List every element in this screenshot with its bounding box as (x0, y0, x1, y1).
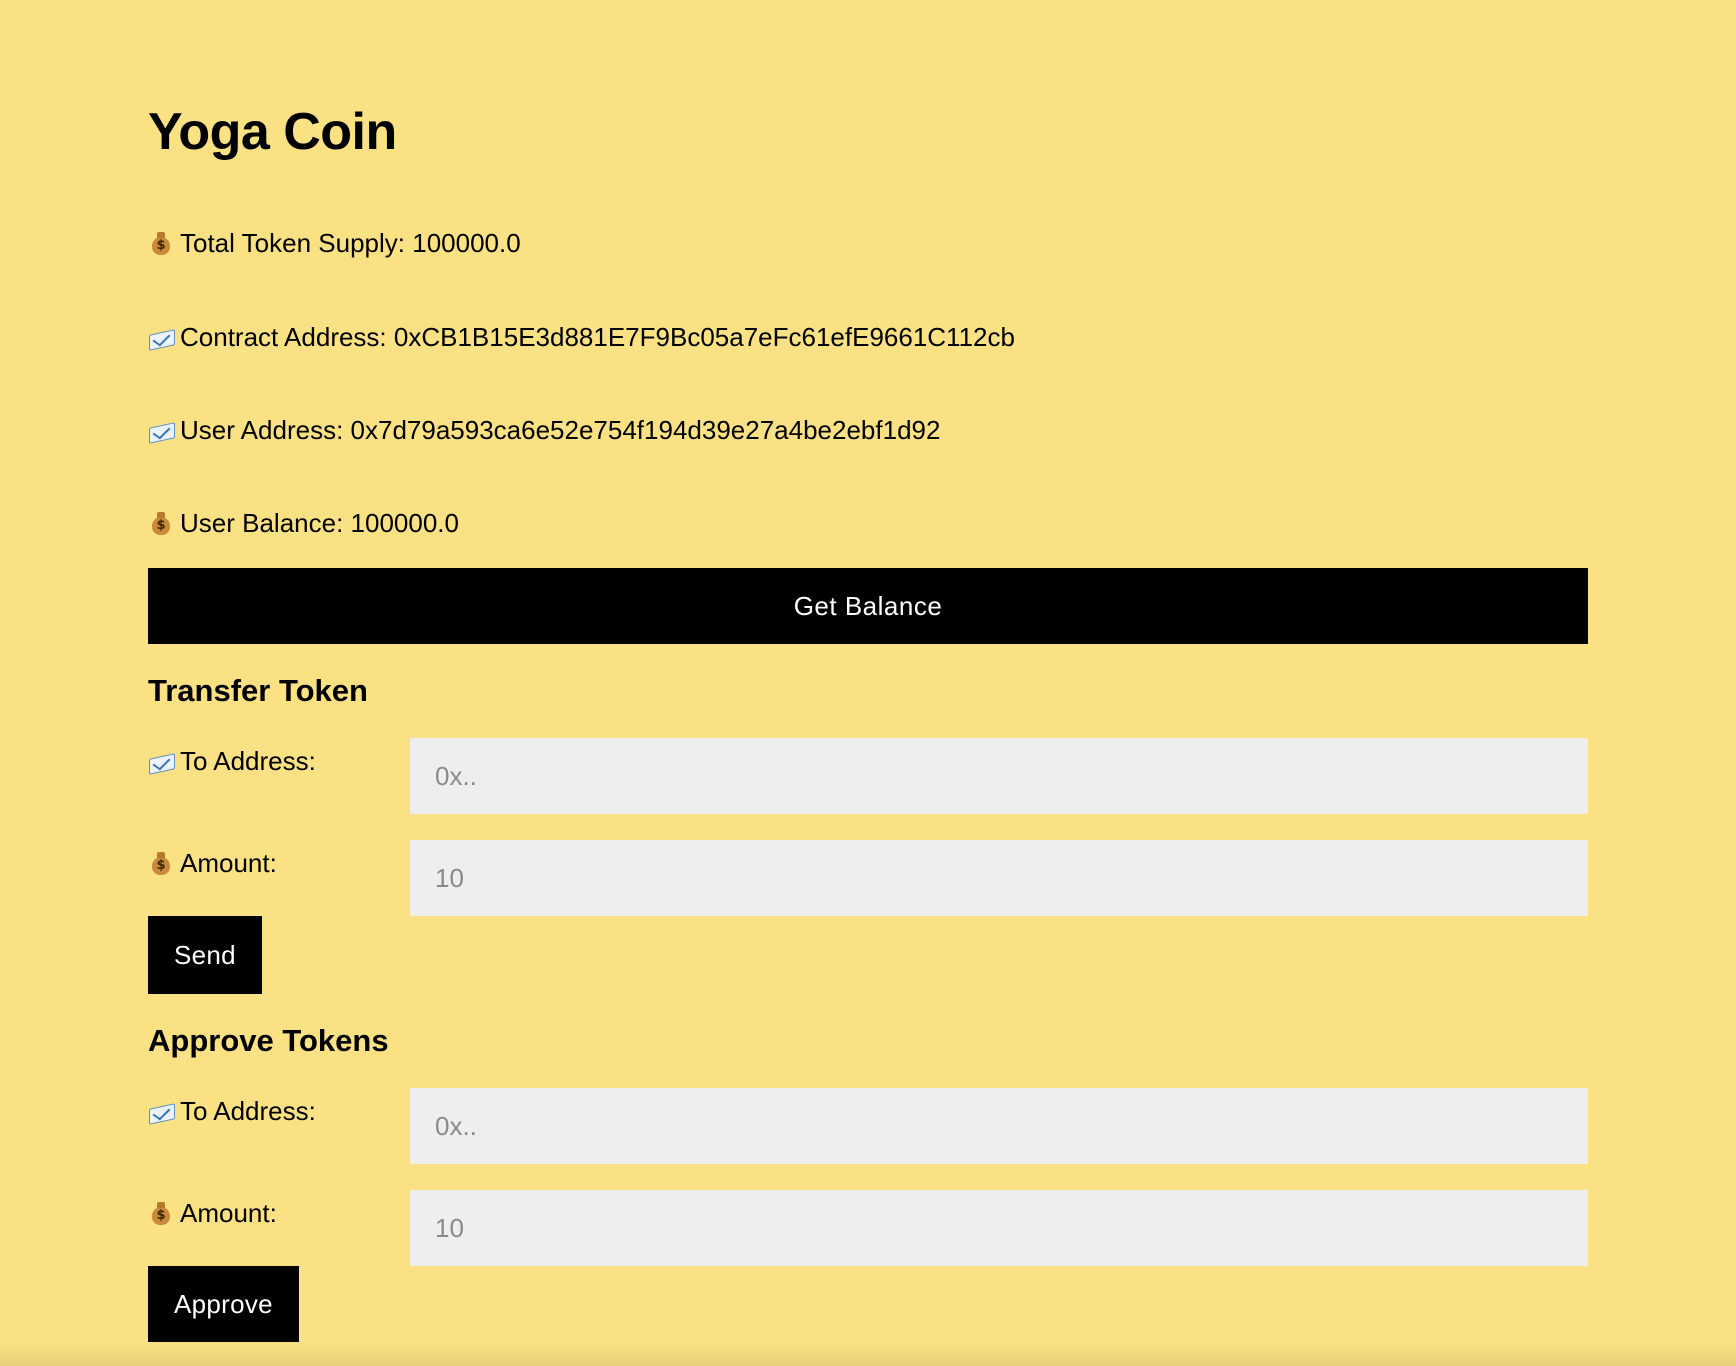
approve-to-address-input[interactable] (410, 1088, 1588, 1164)
transfer-to-label: To Address: (180, 746, 316, 776)
get-balance-button[interactable]: Get Balance (148, 568, 1588, 644)
approve-amount-label-row: Amount: (148, 1196, 277, 1230)
transfer-to-address-input[interactable] (410, 738, 1588, 814)
envelope-icon (148, 416, 174, 444)
page-title: Yoga Coin (148, 103, 397, 161)
transfer-amount-label: Amount: (180, 848, 277, 878)
contract-address-row: Contract Address: 0xCB1B15E3d881E7F9Bc05… (148, 320, 1015, 354)
total-supply-label: Total Token Supply: (180, 228, 405, 258)
envelope-icon (148, 747, 174, 775)
transfer-to-label-row: To Address: (148, 744, 316, 778)
envelope-icon (148, 1097, 174, 1125)
envelope-icon (148, 323, 174, 351)
money-bag-icon (148, 509, 174, 537)
user-address-row: User Address: 0x7d79a593ca6e52e754f194d3… (148, 413, 940, 447)
window-bottom-edge (0, 1342, 1736, 1366)
transfer-amount-label-row: Amount: (148, 846, 277, 880)
user-address-label: User Address: (180, 415, 344, 445)
transfer-amount-input[interactable] (410, 840, 1588, 916)
user-address-value: 0x7d79a593ca6e52e754f194d39e27a4be2ebf1d… (350, 415, 941, 445)
user-balance-label: User Balance: (180, 508, 344, 538)
approve-heading: Approve Tokens (148, 1023, 389, 1058)
send-button[interactable]: Send (148, 916, 262, 994)
contract-address-value: 0xCB1B15E3d881E7F9Bc05a7eFc61efE9661C112… (393, 322, 1015, 352)
approve-button[interactable]: Approve (148, 1266, 299, 1342)
contract-address-label: Contract Address: (180, 322, 387, 352)
money-bag-icon (148, 229, 174, 257)
user-balance-row: User Balance: 100000.0 (148, 506, 459, 540)
total-supply-value: 100000.0 (412, 228, 521, 258)
approve-amount-input[interactable] (410, 1190, 1588, 1266)
money-bag-icon (148, 849, 174, 877)
transfer-heading: Transfer Token (148, 673, 368, 708)
user-balance-value: 100000.0 (350, 508, 459, 538)
money-bag-icon (148, 1199, 174, 1227)
total-supply-row: Total Token Supply: 100000.0 (148, 226, 521, 260)
approve-amount-label: Amount: (180, 1198, 277, 1228)
approve-to-label-row: To Address: (148, 1094, 316, 1128)
approve-to-label: To Address: (180, 1096, 316, 1126)
